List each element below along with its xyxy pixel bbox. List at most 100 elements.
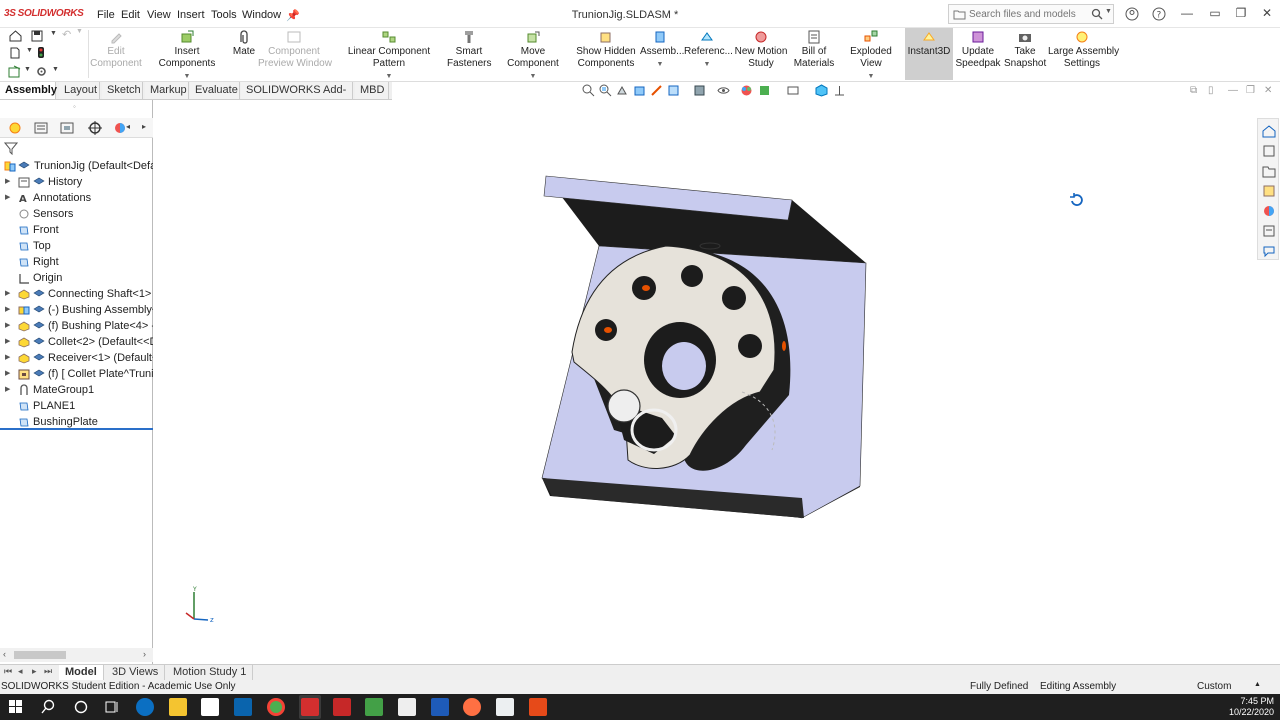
tree-item[interactable]: ▶ Collet<2> (Default<<Default>_Display St… xyxy=(0,334,153,350)
viewport-close-icon[interactable]: ✕ xyxy=(1264,85,1272,96)
tree-item[interactable]: ▶BushingPlate xyxy=(0,414,153,430)
graphics-area[interactable]: Y z xyxy=(154,100,1254,666)
camtasia-icon[interactable] xyxy=(365,698,383,716)
menu-edit[interactable]: Edit xyxy=(121,9,140,21)
previous-view-icon[interactable] xyxy=(616,84,629,97)
panel-splitter-handle[interactable]: ◦ xyxy=(73,102,76,111)
outlook-icon[interactable] xyxy=(234,698,252,716)
viewport-restore-icon[interactable]: ❐ xyxy=(1246,85,1255,96)
view-settings-icon[interactable] xyxy=(786,84,799,97)
windows-start-icon[interactable] xyxy=(9,700,23,714)
restore-button[interactable]: ❐ xyxy=(1232,6,1250,22)
undo-icon[interactable]: ↶ xyxy=(62,28,71,41)
new-document-icon[interactable] xyxy=(9,47,21,59)
minimize-button[interactable]: — xyxy=(1178,6,1196,22)
tab-3d-views[interactable]: 3D Views xyxy=(106,665,166,680)
tree-item[interactable]: ▶ (-) Bushing Assembly<6> (Default<Displa… xyxy=(0,302,153,318)
calculator-icon[interactable] xyxy=(496,698,514,716)
task-view-icon[interactable] xyxy=(104,699,120,715)
tab-evaluate[interactable]: Evaluate xyxy=(190,82,240,99)
rebuild-options-icon[interactable] xyxy=(8,65,22,78)
cortana-icon[interactable] xyxy=(73,699,89,715)
edit-appearance-icon[interactable] xyxy=(740,84,753,97)
large-assembly-settings-button[interactable]: Large Assembly Settings xyxy=(1048,30,1119,70)
chrome-icon[interactable] xyxy=(267,698,285,716)
save-dropdown-icon[interactable]: ▼ xyxy=(50,30,57,37)
tab-scroll-right-icon[interactable]: ▸ xyxy=(142,122,146,131)
tab-scroll-left-icon[interactable]: ◂ xyxy=(126,122,130,131)
shadows-icon[interactable] xyxy=(833,84,846,97)
tab-mbd[interactable]: MBD xyxy=(355,82,389,99)
file-explorer-icon[interactable] xyxy=(169,698,187,716)
taskbar-clock[interactable]: 7:45 PM 10/22/2020 xyxy=(1214,696,1274,718)
expand-arrow-icon[interactable]: ▶ xyxy=(5,334,10,350)
menu-view[interactable]: View xyxy=(147,9,171,21)
tab-markup[interactable]: Markup xyxy=(145,82,189,99)
tree-root-item[interactable]: ▶TrunionJig (Default<Default_Display Sta… xyxy=(0,158,153,174)
move-component-button[interactable]: Move Component ▼ xyxy=(494,30,572,83)
expand-arrow-icon[interactable]: ▶ xyxy=(5,350,10,366)
dropdown-arrow-icon[interactable]: ▼ xyxy=(684,59,730,71)
options-dropdown-icon[interactable]: ▼ xyxy=(24,66,31,73)
home-icon[interactable] xyxy=(9,30,22,42)
tree-item[interactable]: ▶ A Annotations xyxy=(0,190,153,206)
units-dropdown-icon[interactable]: ▲ xyxy=(1254,681,1261,688)
close-button[interactable]: ✕ xyxy=(1258,6,1276,22)
zoom-to-area-icon[interactable] xyxy=(599,84,612,97)
save-icon[interactable] xyxy=(31,30,43,42)
tab-sketch[interactable]: Sketch xyxy=(102,82,143,99)
tree-item[interactable]: ▶PLANE1 xyxy=(0,398,153,414)
tree-item[interactable]: ▶Front xyxy=(0,222,153,238)
help-icon[interactable]: ? xyxy=(1152,7,1166,21)
expand-arrow-icon[interactable]: ▶ xyxy=(5,318,10,334)
word-icon[interactable] xyxy=(431,698,449,716)
bill-of-materials-button[interactable]: Bill of Materials xyxy=(792,30,836,70)
menu-window[interactable]: Window xyxy=(242,9,281,21)
viewport-tile-icon[interactable]: ▯ xyxy=(1208,85,1214,96)
realview-icon[interactable] xyxy=(815,84,828,97)
screen-recorder-icon[interactable] xyxy=(398,698,416,716)
traffic-light-icon[interactable] xyxy=(37,46,45,59)
tab-layout[interactable]: Layout xyxy=(59,82,100,99)
expand-arrow-icon[interactable]: ▶ xyxy=(5,302,10,318)
recording-app-icon[interactable] xyxy=(529,698,547,716)
expand-arrow-icon[interactable]: ▶ xyxy=(5,190,10,206)
tree-item[interactable]: ▶Sensors xyxy=(0,206,153,222)
tab-model[interactable]: Model xyxy=(59,665,104,680)
collet-plate-hole-4[interactable] xyxy=(738,334,762,358)
viewport-expand-icon[interactable]: ⧉ xyxy=(1190,85,1197,96)
units-selector[interactable]: Custom xyxy=(1197,681,1231,692)
user-icon[interactable] xyxy=(1125,7,1139,21)
component-preview-button[interactable]: Component Preview Window xyxy=(258,30,332,70)
update-speedpak-button[interactable]: Update Speedpak xyxy=(955,30,1001,70)
filter-icon[interactable] xyxy=(4,141,18,155)
prev-tab-icon[interactable]: ◂ xyxy=(18,666,23,677)
hide-show-items-icon[interactable] xyxy=(717,84,730,97)
reference-geometry-button[interactable]: Referenc... ▼ xyxy=(684,30,733,71)
solidworks-tools-icon[interactable] xyxy=(333,698,351,716)
expand-arrow-icon[interactable]: ▶ xyxy=(5,382,10,398)
search-icon[interactable] xyxy=(1091,8,1103,20)
collet-plate-center-hole-inner[interactable] xyxy=(662,342,706,390)
forum-icon[interactable] xyxy=(1262,244,1276,258)
design-library-icon[interactable] xyxy=(1262,144,1276,158)
smart-fasteners-button[interactable]: Smart Fasteners xyxy=(447,30,491,70)
scroll-right-icon[interactable]: › xyxy=(143,649,146,659)
edge-icon[interactable] xyxy=(136,698,154,716)
custom-properties-icon[interactable] xyxy=(1262,224,1276,238)
scroll-thumb[interactable] xyxy=(14,651,66,659)
display-style-icon[interactable] xyxy=(693,84,706,97)
tree-item[interactable]: ▶ MateGroup1 xyxy=(0,382,153,398)
tree-item[interactable]: ▶Right xyxy=(0,254,153,270)
scroll-left-icon[interactable]: ‹ xyxy=(3,649,6,659)
dynamic-annotation-icon[interactable] xyxy=(650,84,663,97)
tree-item[interactable]: ▶Origin xyxy=(0,270,153,286)
tab-addins[interactable]: SOLIDWORKS Add-Ins xyxy=(241,82,353,113)
feature-manager-tab-icon[interactable] xyxy=(6,120,24,136)
dropdown-arrow-icon[interactable]: ▼ xyxy=(640,59,680,71)
menu-file[interactable]: File xyxy=(97,9,115,21)
expand-arrow-icon[interactable]: ▶ xyxy=(5,286,10,302)
section-view-icon[interactable] xyxy=(633,84,646,97)
linear-pattern-button[interactable]: Linear Component Pattern ▼ xyxy=(333,30,445,83)
pin-icon[interactable]: 📌 xyxy=(286,9,300,22)
